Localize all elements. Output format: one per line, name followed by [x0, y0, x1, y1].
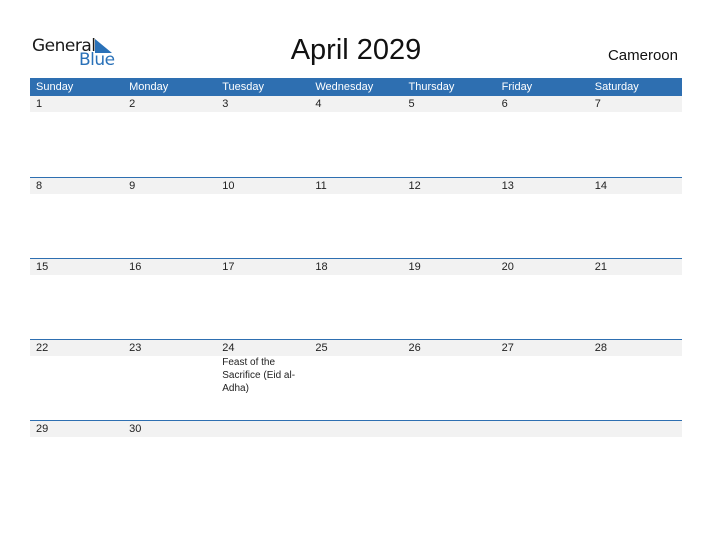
day-event	[309, 356, 402, 395]
week-row: 22 23 24 25 26 27 28 Feast of the Sacrifice (Ei…	[30, 339, 682, 395]
day-number: 8	[36, 180, 43, 192]
day-number: 29	[36, 423, 49, 435]
weekday-sunday: Sunday	[36, 81, 74, 93]
day-number-bar: 15 16 17 18 19 20 21	[30, 259, 682, 275]
weekday-friday: Friday	[501, 81, 533, 93]
page-title: April 2029	[290, 34, 422, 66]
day-number: 26	[408, 342, 421, 354]
day-number: 6	[501, 98, 508, 110]
day-number: 22	[36, 342, 49, 354]
day-number: 11	[315, 180, 327, 192]
day-number: 3	[222, 98, 229, 110]
day-event: Feast of the Sacrifice (Eid al-Adha)	[222, 357, 296, 394]
weekday-header: Sunday Monday Tuesday Wednesday Thursday…	[30, 78, 682, 96]
day-number-bar: 1 2 3 4 5 6 7	[30, 96, 682, 112]
day-number	[589, 421, 682, 437]
day-number: 18	[315, 261, 328, 273]
week-row: 8 9 10 11 12 13 14	[30, 177, 682, 194]
day-number: 19	[408, 261, 421, 273]
country-label: Cameroon	[607, 47, 678, 64]
day-number: 9	[129, 180, 136, 192]
weekday-thursday: Thursday	[408, 81, 455, 93]
day-number: 12	[408, 180, 421, 192]
day-event	[123, 356, 216, 395]
weekday-tuesday: Tuesday	[222, 81, 265, 93]
day-number	[496, 421, 589, 437]
day-number: 25	[315, 342, 328, 354]
weekday-monday: Monday	[129, 81, 169, 93]
week-row: 29 30	[30, 420, 682, 437]
day-event	[496, 356, 589, 395]
day-number: 17	[222, 261, 235, 273]
day-number: 2	[129, 98, 136, 110]
day-number: 30	[129, 423, 142, 435]
week-row: 1 2 3 4 5 6 7	[30, 96, 682, 112]
day-event	[589, 356, 682, 395]
day-number	[216, 421, 309, 437]
day-number: 10	[222, 180, 235, 192]
day-number: 5	[408, 98, 415, 110]
day-number: 14	[594, 180, 607, 192]
day-number: 4	[315, 98, 322, 110]
day-number: 1	[36, 98, 43, 110]
day-number: 13	[501, 180, 514, 192]
week-row: 15 16 17 18 19 20 21	[30, 258, 682, 275]
events-row: Feast of the Sacrifice (Eid al-Adha)	[30, 356, 682, 395]
day-number: 28	[594, 342, 607, 354]
day-number	[403, 421, 496, 437]
day-number: 16	[129, 261, 142, 273]
day-number: 23	[129, 342, 142, 354]
day-number-bar: 22 23 24 25 26 27 28	[30, 340, 682, 356]
day-event	[403, 356, 496, 395]
day-number: 27	[501, 342, 514, 354]
weekday-saturday: Saturday	[594, 81, 639, 93]
day-number: 24	[222, 342, 235, 354]
day-number: 15	[36, 261, 49, 273]
day-event	[30, 356, 123, 395]
day-number-bar: 29 30	[30, 421, 682, 437]
day-number: 20	[501, 261, 514, 273]
day-number	[309, 421, 402, 437]
day-number: 7	[594, 98, 601, 110]
day-number-bar: 8 9 10 11 12 13 14	[30, 178, 682, 194]
day-number: 21	[594, 261, 607, 273]
weekday-wednesday: Wednesday	[315, 81, 374, 93]
